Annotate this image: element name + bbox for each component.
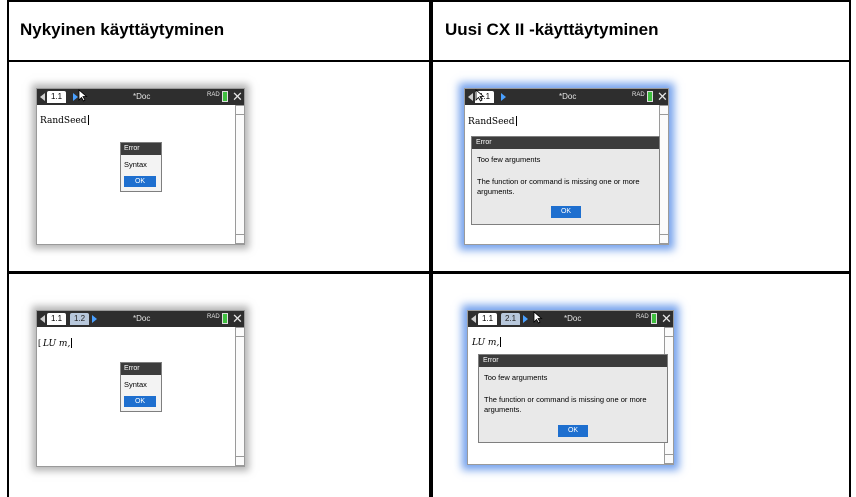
tab-left-arrow-icon[interactable] xyxy=(40,315,45,323)
scrollbar-up[interactable] xyxy=(660,105,668,115)
tab-right-arrow-icon[interactable] xyxy=(523,315,528,323)
scrollbar-up[interactable] xyxy=(236,327,244,337)
tab-right-arrow-icon[interactable] xyxy=(501,93,506,101)
scrollbar[interactable] xyxy=(235,105,244,244)
scrollbar-down[interactable] xyxy=(665,454,673,464)
tab-right-arrow-icon[interactable] xyxy=(92,315,97,323)
table-divider-vertical xyxy=(429,0,433,497)
angle-mode-indicator: RAD xyxy=(632,92,645,98)
angle-mode-indicator: RAD xyxy=(636,314,649,320)
calculator-screen-new-2: 1.1 2.1 *Doc RAD ✕ LU m, Error Too few a… xyxy=(467,310,674,465)
error-message: Syntax xyxy=(124,380,147,389)
error-dialog: Error Too few arguments The function or … xyxy=(471,136,660,225)
title-bar: 1.1 *Doc RAD ✕ xyxy=(465,89,668,105)
battery-icon xyxy=(651,313,657,324)
close-icon[interactable]: ✕ xyxy=(661,311,672,326)
close-icon[interactable]: ✕ xyxy=(232,89,243,104)
table-border-top xyxy=(7,0,851,2)
error-dialog: Error Syntax OK xyxy=(120,142,162,192)
error-dialog-title: Error xyxy=(121,143,161,155)
calculator-screen-current-2: 1.1 1.2 *Doc RAD ✕ [ LU m, Error Syntax … xyxy=(36,310,245,467)
title-bar: 1.1 2.1 *Doc RAD ✕ xyxy=(468,311,673,327)
document-title: *Doc xyxy=(133,314,151,323)
document-title: *Doc xyxy=(564,314,582,323)
document-title: *Doc xyxy=(133,92,151,101)
tab-1-1[interactable]: 1.1 xyxy=(47,91,67,103)
entry-line[interactable]: LU m, xyxy=(472,337,502,348)
title-bar: 1.1 1.2 *Doc RAD ✕ xyxy=(37,311,244,327)
comparison-table: Nykyinen käyttäytyminen Uusi CX II -käyt… xyxy=(0,0,856,497)
angle-mode-indicator: RAD xyxy=(207,92,220,98)
scrollbar-down[interactable] xyxy=(236,456,244,466)
entry-line[interactable]: RandSeed xyxy=(468,116,517,127)
tab-1-2[interactable]: 1.2 xyxy=(70,313,90,325)
scrollbar[interactable] xyxy=(659,105,668,244)
table-border-right xyxy=(849,0,851,497)
error-detail: The function or command is missing one o… xyxy=(477,177,640,196)
title-bar: 1.1 *Doc RAD ✕ xyxy=(37,89,244,105)
scrollbar-up[interactable] xyxy=(665,327,673,337)
mouse-pointer-icon xyxy=(475,89,485,102)
tab-left-arrow-icon[interactable] xyxy=(40,93,45,101)
ok-button[interactable]: OK xyxy=(551,206,581,218)
text-caret xyxy=(87,115,89,125)
text-caret xyxy=(71,338,73,348)
document-title: *Doc xyxy=(559,92,577,101)
battery-icon xyxy=(222,313,228,324)
angle-mode-indicator: RAD xyxy=(207,314,220,320)
column-header-current: Nykyinen käyttäytyminen xyxy=(20,20,225,39)
entry-text: LU m, xyxy=(472,338,500,348)
tab-left-arrow-icon[interactable] xyxy=(471,315,476,323)
bracket-marker-icon: [ xyxy=(38,339,42,348)
scrollbar-up[interactable] xyxy=(236,105,244,115)
error-dialog-title: Error xyxy=(121,363,161,375)
close-icon[interactable]: ✕ xyxy=(232,311,243,326)
mouse-pointer-icon xyxy=(533,311,543,324)
entry-line[interactable]: LU m, xyxy=(43,338,73,349)
calculator-screen-new-1: 1.1 *Doc RAD ✕ RandSeed Error Too few ar… xyxy=(464,88,669,245)
ok-button[interactable]: OK xyxy=(558,425,588,437)
tab-1-1[interactable]: 1.1 xyxy=(478,313,498,325)
text-caret xyxy=(515,116,517,126)
error-dialog: Error Too few arguments The function or … xyxy=(478,354,668,443)
mouse-pointer-icon xyxy=(78,89,88,102)
error-dialog: Error Syntax OK xyxy=(120,362,162,412)
tab-1-1[interactable]: 1.1 xyxy=(47,313,67,325)
entry-line[interactable]: RandSeed xyxy=(40,115,89,126)
tab-left-arrow-icon[interactable] xyxy=(468,93,473,101)
ok-button[interactable]: OK xyxy=(124,176,156,187)
tab-2-1[interactable]: 2.1 xyxy=(501,313,521,325)
scrollbar-down[interactable] xyxy=(236,234,244,244)
calculator-screen-current-1: 1.1 *Doc RAD ✕ RandSeed Error Syntax OK xyxy=(36,88,245,245)
error-message: Too few arguments xyxy=(484,373,548,382)
scrollbar-down[interactable] xyxy=(660,234,668,244)
error-detail: The function or command is missing one o… xyxy=(484,395,647,414)
error-message: Syntax xyxy=(124,160,147,169)
table-row-divider xyxy=(7,271,851,274)
text-caret xyxy=(500,337,502,347)
table-border-left xyxy=(7,0,9,497)
error-message: Too few arguments xyxy=(477,155,541,164)
scrollbar[interactable] xyxy=(235,327,244,466)
table-header-divider xyxy=(7,60,851,62)
error-dialog-title: Error xyxy=(479,355,667,367)
entry-text: LU m, xyxy=(43,339,71,349)
entry-text: RandSeed xyxy=(40,116,87,126)
error-dialog-title: Error xyxy=(472,137,659,149)
ok-button[interactable]: OK xyxy=(124,396,156,407)
battery-icon xyxy=(222,91,228,102)
entry-text: RandSeed xyxy=(468,117,515,127)
battery-icon xyxy=(647,91,653,102)
close-icon[interactable]: ✕ xyxy=(657,89,668,104)
column-header-new: Uusi CX II -käyttäytyminen xyxy=(445,20,659,39)
